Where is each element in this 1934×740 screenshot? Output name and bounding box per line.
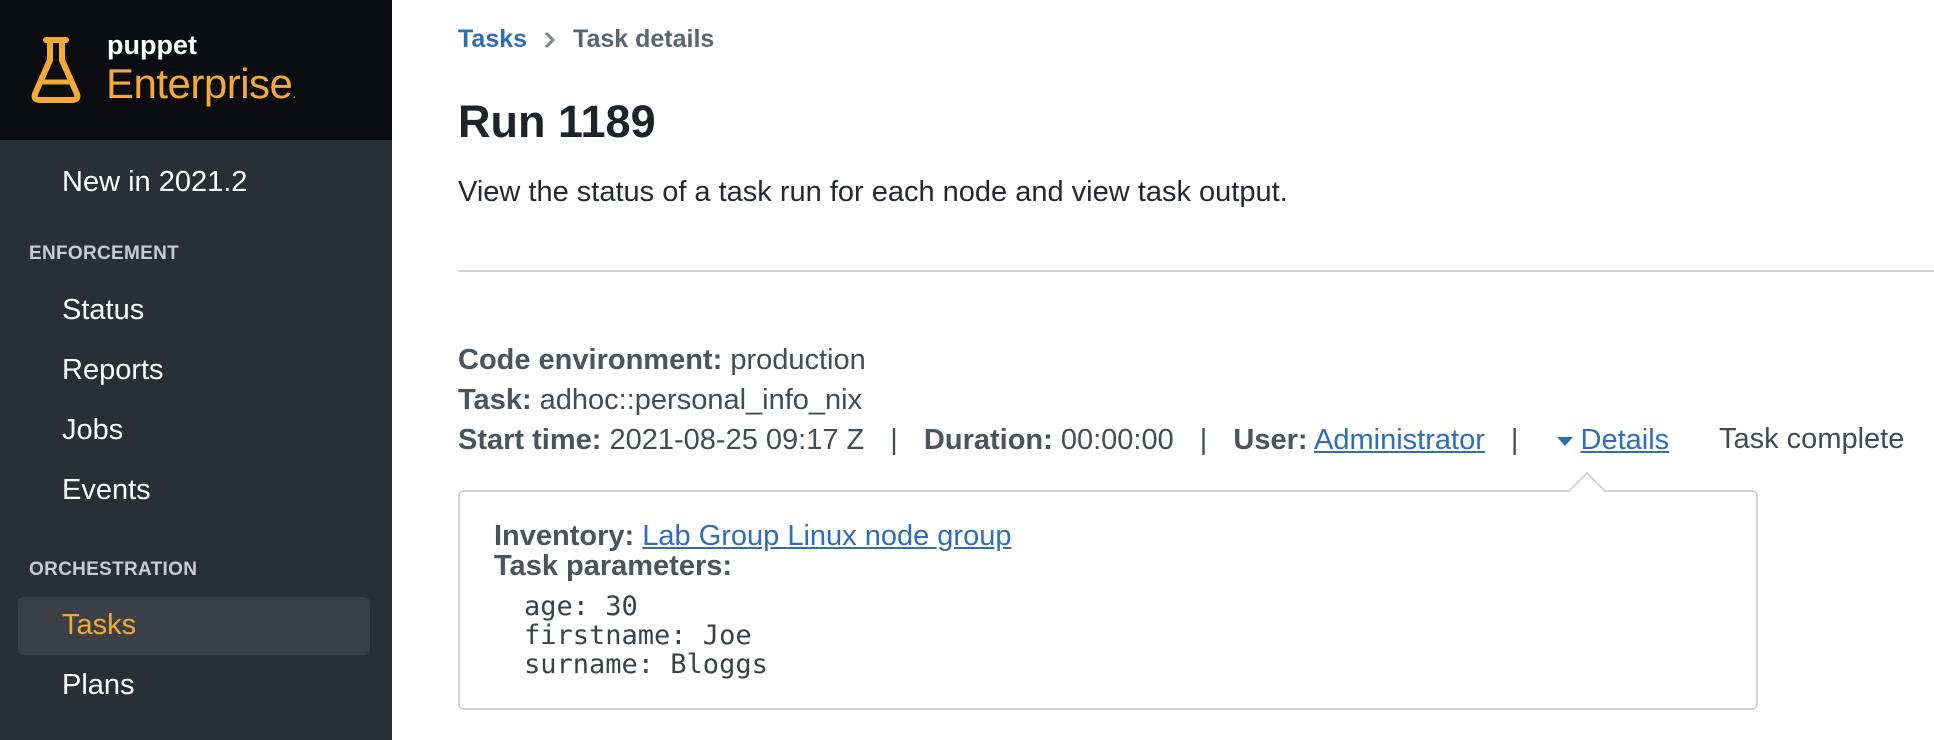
sidebar: puppet Enterprise. New in 2021.2 ENFORCE… xyxy=(0,0,392,740)
user-link[interactable]: Administrator xyxy=(1314,424,1485,456)
task-parameters-label: Task parameters: xyxy=(494,550,733,582)
sidebar-item-new[interactable]: New in 2021.2 xyxy=(62,166,247,199)
caret-down-icon xyxy=(1556,436,1573,446)
sidebar-item-tasks[interactable]: Tasks xyxy=(62,609,136,642)
breadcrumb: Tasks Task details xyxy=(458,25,714,54)
code-environment-line: Code environment: production xyxy=(458,344,866,377)
brand-header[interactable]: puppet Enterprise. xyxy=(0,0,392,140)
task-value: adhoc::personal_info_nix xyxy=(539,384,863,416)
start-time-value: 2021-08-25 09:17 Z xyxy=(609,424,865,456)
sidebar-item-status[interactable]: Status xyxy=(62,294,144,327)
section-enforcement: ENFORCEMENT xyxy=(29,243,180,264)
inventory-link[interactable]: Lab Group Linux node group xyxy=(642,520,1011,552)
breadcrumb-current: Task details xyxy=(573,25,715,53)
duration-value: 00:00:00 xyxy=(1060,424,1174,456)
page-description: View the status of a task run for each n… xyxy=(458,176,1288,208)
brand-name-large: Enterprise. xyxy=(106,60,296,107)
param-firstname: firstname: Joe xyxy=(524,620,752,651)
param-surname: surname: Bloggs xyxy=(524,649,768,680)
inventory-line: Inventory: Lab Group Linux node group xyxy=(494,520,1011,553)
details-toggle[interactable]: Details xyxy=(1545,424,1670,456)
inventory-label: Inventory: xyxy=(494,520,635,552)
task-parameters: age: 30 firstname: Joe surname: Bloggs xyxy=(524,592,768,679)
code-environment-label: Code environment: xyxy=(458,344,723,376)
run-summary-line: Start time: 2021-08-25 09:17 Z | Duratio… xyxy=(458,424,1669,457)
code-environment-value: production xyxy=(730,344,866,376)
start-time-label: Start time: xyxy=(458,424,602,456)
brand-name-small: puppet xyxy=(107,30,197,60)
separator: | xyxy=(1199,424,1208,456)
sidebar-item-plans[interactable]: Plans xyxy=(62,669,135,702)
divider xyxy=(458,270,1934,272)
page-title: Run 1189 xyxy=(458,96,656,147)
flask-logo-icon xyxy=(31,37,81,103)
sidebar-item-jobs[interactable]: Jobs xyxy=(62,414,123,447)
details-popover: Inventory: Lab Group Linux node group Ta… xyxy=(458,490,1758,710)
chevron-right-icon xyxy=(544,31,556,48)
section-orchestration: ORCHESTRATION xyxy=(29,559,198,580)
separator: | xyxy=(890,424,898,456)
task-label: Task: xyxy=(458,384,532,416)
param-age: age: 30 xyxy=(524,591,638,622)
breadcrumb-tasks-link[interactable]: Tasks xyxy=(458,25,527,54)
details-link[interactable]: Details xyxy=(1581,424,1670,456)
sidebar-item-reports[interactable]: Reports xyxy=(62,354,164,387)
separator: | xyxy=(1510,424,1519,456)
task-status: Task complete xyxy=(1719,423,1905,455)
sidebar-item-events[interactable]: Events xyxy=(62,474,151,507)
duration-label: Duration: xyxy=(923,424,1053,456)
user-label: User: xyxy=(1233,424,1308,456)
task-line: Task: adhoc::personal_info_nix xyxy=(458,384,862,417)
